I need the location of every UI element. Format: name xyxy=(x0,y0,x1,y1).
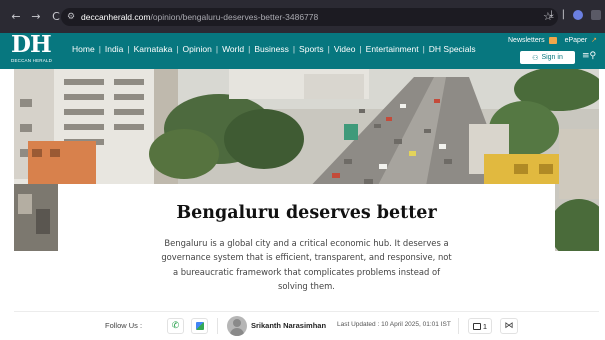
comment-icon xyxy=(472,322,481,330)
google-news-icon xyxy=(195,322,204,330)
last-updated: Last Updated : 10 April 2025, 01:01 IST xyxy=(337,321,451,328)
external-link-icon: ↗ xyxy=(591,37,598,44)
newsletter-icon xyxy=(548,36,557,44)
nav-separator: | xyxy=(98,44,101,54)
author-name[interactable]: Srikanth Narasimhan xyxy=(251,321,326,330)
meta-divider xyxy=(458,318,459,334)
menu-search-icon[interactable]: ≡⚲ xyxy=(582,51,596,61)
follow-us-label: Follow Us : xyxy=(105,321,143,330)
nav-separator: | xyxy=(215,44,219,54)
nav-item-entertainment[interactable]: Entertainment xyxy=(366,44,419,54)
article-dek: Bengaluru is a global city and a critica… xyxy=(161,238,452,292)
nav-item-world[interactable]: World xyxy=(222,44,244,54)
forward-button[interactable]: → xyxy=(28,10,44,23)
article-headline: Bengaluru deserves better xyxy=(176,203,437,223)
article-meta-bar: Follow Us : ✆ Srikanth Narasimhan Last U… xyxy=(14,311,599,339)
site-header: DH DECCAN HERALD Home | India | Karnataka |… xyxy=(0,33,605,69)
author-avatar[interactable] xyxy=(227,316,247,336)
epaper-link[interactable]: ePaper xyxy=(565,37,588,44)
nav-item-dh-specials[interactable]: DH Specials xyxy=(429,44,476,54)
browser-nav-group: ← → C xyxy=(8,10,64,23)
share-icon: ⋈ xyxy=(504,321,514,331)
nav-separator: | xyxy=(127,44,130,54)
browser-toolbar: ← → C ⚙ deccanherald.com/opinion/bengalu… xyxy=(0,0,605,33)
nav-separator: | xyxy=(176,44,179,54)
nav-separator: | xyxy=(359,44,362,54)
google-news-button[interactable] xyxy=(191,318,208,334)
download-icon[interactable]: ⤓ xyxy=(549,9,553,20)
sign-in-button[interactable]: ⚇ Sign in xyxy=(520,51,575,64)
newsletters-link[interactable]: Newsletters xyxy=(508,37,545,44)
comment-count: 1 xyxy=(482,321,488,331)
separator-icon: | xyxy=(561,9,565,20)
nav-separator: | xyxy=(248,44,251,54)
nav-separator: | xyxy=(327,44,330,54)
address-bar[interactable]: ⚙ deccanherald.com/opinion/bengaluru-des… xyxy=(61,8,558,26)
whatsapp-icon: ✆ xyxy=(171,321,180,331)
nav-separator: | xyxy=(292,44,296,54)
share-button[interactable]: ⋈ xyxy=(500,318,518,334)
url-path: /opinion/bengaluru-deserves-better-34867… xyxy=(150,12,319,22)
avatar-body xyxy=(230,328,244,336)
meta-divider xyxy=(217,318,218,334)
user-icon: ⚇ xyxy=(532,53,539,62)
nav-item-business[interactable]: Business xyxy=(254,44,289,54)
url-host: deccanherald.com xyxy=(81,12,151,22)
nav-item-karnataka[interactable]: Karnataka xyxy=(134,44,173,54)
article-title-card: Bengaluru deserves better Bengaluru is a… xyxy=(58,184,555,302)
profile-avatar[interactable] xyxy=(573,9,583,20)
header-links: Newsletters ePaper ↗ xyxy=(508,36,597,44)
nav-item-opinion[interactable]: Opinion xyxy=(183,44,212,54)
site-info-icon[interactable]: ⚙ xyxy=(67,12,81,22)
back-button[interactable]: ← xyxy=(8,10,24,23)
whatsapp-button[interactable]: ✆ xyxy=(167,318,184,334)
extension-icon[interactable] xyxy=(591,9,601,20)
comment-button[interactable]: 1 xyxy=(468,318,492,334)
nav-item-video[interactable]: Video xyxy=(334,44,356,54)
logo-subtext: DECCAN HERALD xyxy=(11,58,53,63)
nav-separator: | xyxy=(422,44,425,54)
logo-text: DH xyxy=(11,31,52,58)
main-nav: Home | India | Karnataka | Opinion | World | … xyxy=(72,44,476,54)
nav-item-home[interactable]: Home xyxy=(72,44,95,54)
nav-item-india[interactable]: India xyxy=(105,44,123,54)
sign-in-label: Sign in xyxy=(541,54,563,61)
avatar-head xyxy=(233,319,241,327)
url-text[interactable]: deccanherald.com/opinion/bengaluru-deser… xyxy=(81,12,318,22)
nav-item-sports[interactable]: Sports xyxy=(299,44,324,54)
dh-logo[interactable]: DH DECCAN HERALD xyxy=(11,33,53,69)
browser-actions: ⤓ | xyxy=(549,9,601,20)
